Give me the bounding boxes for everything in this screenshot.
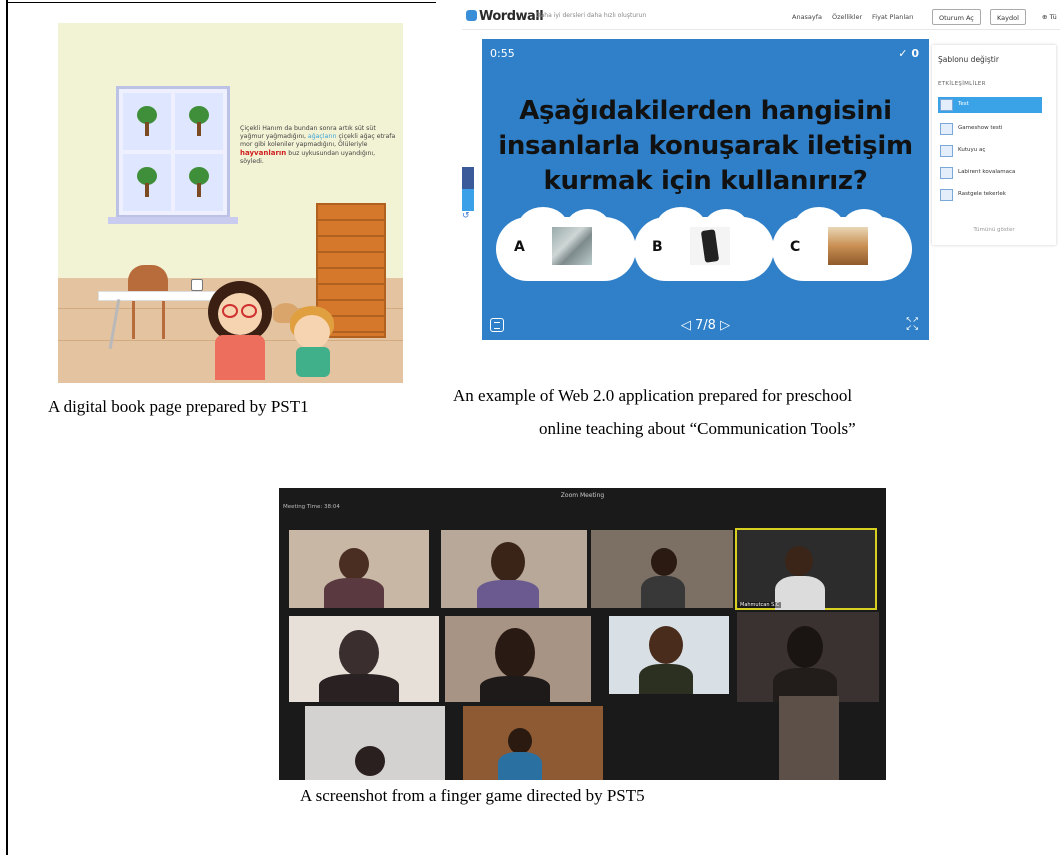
participant-video[interactable] — [445, 616, 591, 702]
chair-leg — [162, 299, 165, 339]
newspaper-image — [552, 227, 592, 265]
zoom-meeting-screenshot: Zoom Meeting Meeting Time: 38:04 Mahmutc… — [279, 488, 886, 780]
template-item-gameshow[interactable]: Gameshow testi — [938, 121, 1042, 137]
answer-option-a[interactable]: A — [496, 207, 636, 281]
window-pane — [175, 154, 223, 211]
score: ✓ 0 — [898, 47, 919, 60]
wordwall-caption-line1: An example of Web 2.0 application prepar… — [453, 386, 853, 405]
participant-video[interactable] — [441, 530, 587, 608]
mug — [191, 279, 203, 291]
language-label: Tü — [1049, 13, 1057, 21]
fullscreen-icon[interactable]: ↖↗ ↙↘ — [906, 316, 919, 332]
quiz-game-area: 0:55 ✓ 0 Aşağıdakilerden hangisini insan… — [482, 39, 929, 340]
wordwall-logo[interactable]: Wordwall — [466, 9, 544, 24]
chair-leg — [132, 299, 135, 339]
top-border — [6, 2, 436, 3]
participant-video[interactable] — [463, 706, 603, 780]
participant-video[interactable] — [289, 616, 439, 702]
template-item-test[interactable]: Test — [938, 97, 1042, 113]
glasses — [222, 304, 238, 318]
template-item-maze-chase[interactable]: Labirent kovalamaca — [938, 165, 1042, 181]
panel-subtitle: ETKİLEŞİMLİLER — [938, 81, 986, 87]
participant-video[interactable] — [779, 696, 839, 780]
story-text: Çiçekli Hanım da bundan sonra artık süt … — [240, 125, 400, 166]
nav-pricing[interactable]: Fiyat Planları — [872, 13, 914, 21]
option-letter: B — [652, 239, 663, 255]
twitter-share-button[interactable] — [462, 189, 474, 211]
participant-video[interactable] — [609, 616, 729, 694]
signup-button[interactable]: Kaydol — [990, 9, 1026, 25]
window — [116, 86, 230, 218]
tagline: Daha iyi dersleri daha hızlı oluşturun — [536, 12, 647, 19]
meeting-time: Meeting Time: 38:04 — [283, 504, 340, 510]
left-border — [6, 0, 8, 855]
participant-name: Mahmutcan S.C — [738, 602, 782, 608]
box-icon — [940, 145, 953, 157]
question-line: Aşağıdakilerden hangisini — [519, 96, 892, 126]
girl-body — [215, 335, 265, 380]
maze-icon — [940, 167, 953, 179]
template-item-random-wheel[interactable]: Rastgele tekerlek — [938, 187, 1042, 203]
wordwall-header: Wordwall Daha iyi dersleri daha hızlı ol… — [462, 5, 1060, 30]
participant-video[interactable] — [289, 530, 429, 608]
digital-book-page: Çiçekli Hanım da bundan sonra artık süt … — [58, 23, 403, 383]
book-caption: A digital book page prepared by PST1 — [48, 397, 309, 416]
wordwall-logo-icon — [466, 10, 477, 21]
boy-body — [296, 347, 330, 377]
panel-title: Şablonu değiştir — [938, 55, 999, 64]
nav-features[interactable]: Özellikler — [832, 13, 862, 21]
language-selector[interactable]: ⊕ Tü — [1042, 13, 1057, 21]
timer: 0:55 — [490, 47, 515, 60]
option-letter: C — [790, 239, 801, 255]
template-item-open-box[interactable]: Kutuyu aç — [938, 143, 1042, 159]
facebook-share-button[interactable] — [462, 167, 474, 189]
participant-video[interactable] — [737, 612, 879, 702]
answer-option-c[interactable]: C — [772, 207, 912, 281]
story-text-body: Çiçekli Hanım da bundan sonra artık süt … — [240, 125, 396, 165]
answer-option-b[interactable]: B — [634, 207, 774, 281]
globe-icon: ⊕ — [1042, 13, 1048, 21]
mobile-phone-image — [690, 227, 730, 265]
quiz-icon — [940, 99, 953, 111]
question-text: Aşağıdakilerden hangisini insanlarla kon… — [482, 94, 929, 199]
question-line: insanlarla konuşarak iletişim — [498, 131, 913, 161]
question-pager[interactable]: ◁ 7/8 ▷ — [482, 318, 929, 333]
option-letter: A — [514, 239, 525, 255]
wordwall-screenshot: Wordwall Daha iyi dersleri daha hızlı ol… — [462, 5, 1060, 347]
books-image — [828, 227, 868, 265]
window-pane — [175, 93, 223, 150]
window-sill — [108, 217, 238, 224]
wordwall-caption-line2: online teaching about “Communication Too… — [539, 419, 856, 438]
participant-video[interactable] — [305, 706, 445, 780]
glasses — [241, 304, 257, 318]
link-share-icon[interactable]: ↺ — [462, 211, 474, 225]
window-pane — [123, 93, 171, 150]
question-line: kurmak için kullanırız? — [543, 166, 868, 196]
share-sidebar: ↺ — [462, 167, 474, 237]
logo-text: Wordwall — [479, 9, 544, 24]
participant-video-active[interactable]: Mahmutcan S.C — [735, 528, 877, 610]
show-all-link[interactable]: Tümünü göster — [932, 227, 1056, 233]
gameshow-icon — [940, 123, 953, 135]
participant-video[interactable] — [591, 530, 733, 608]
wheel-icon — [940, 189, 953, 201]
boy-face — [294, 315, 330, 349]
template-panel: Şablonu değiştir ETKİLEŞİMLİLER Test Gam… — [932, 45, 1056, 245]
login-button[interactable]: Oturum Aç — [932, 9, 981, 25]
zoom-caption: A screenshot from a finger game directed… — [300, 786, 645, 805]
zoom-title: Zoom Meeting — [560, 492, 605, 499]
window-pane — [123, 154, 171, 211]
nav-home[interactable]: Anasayfa — [792, 13, 822, 21]
